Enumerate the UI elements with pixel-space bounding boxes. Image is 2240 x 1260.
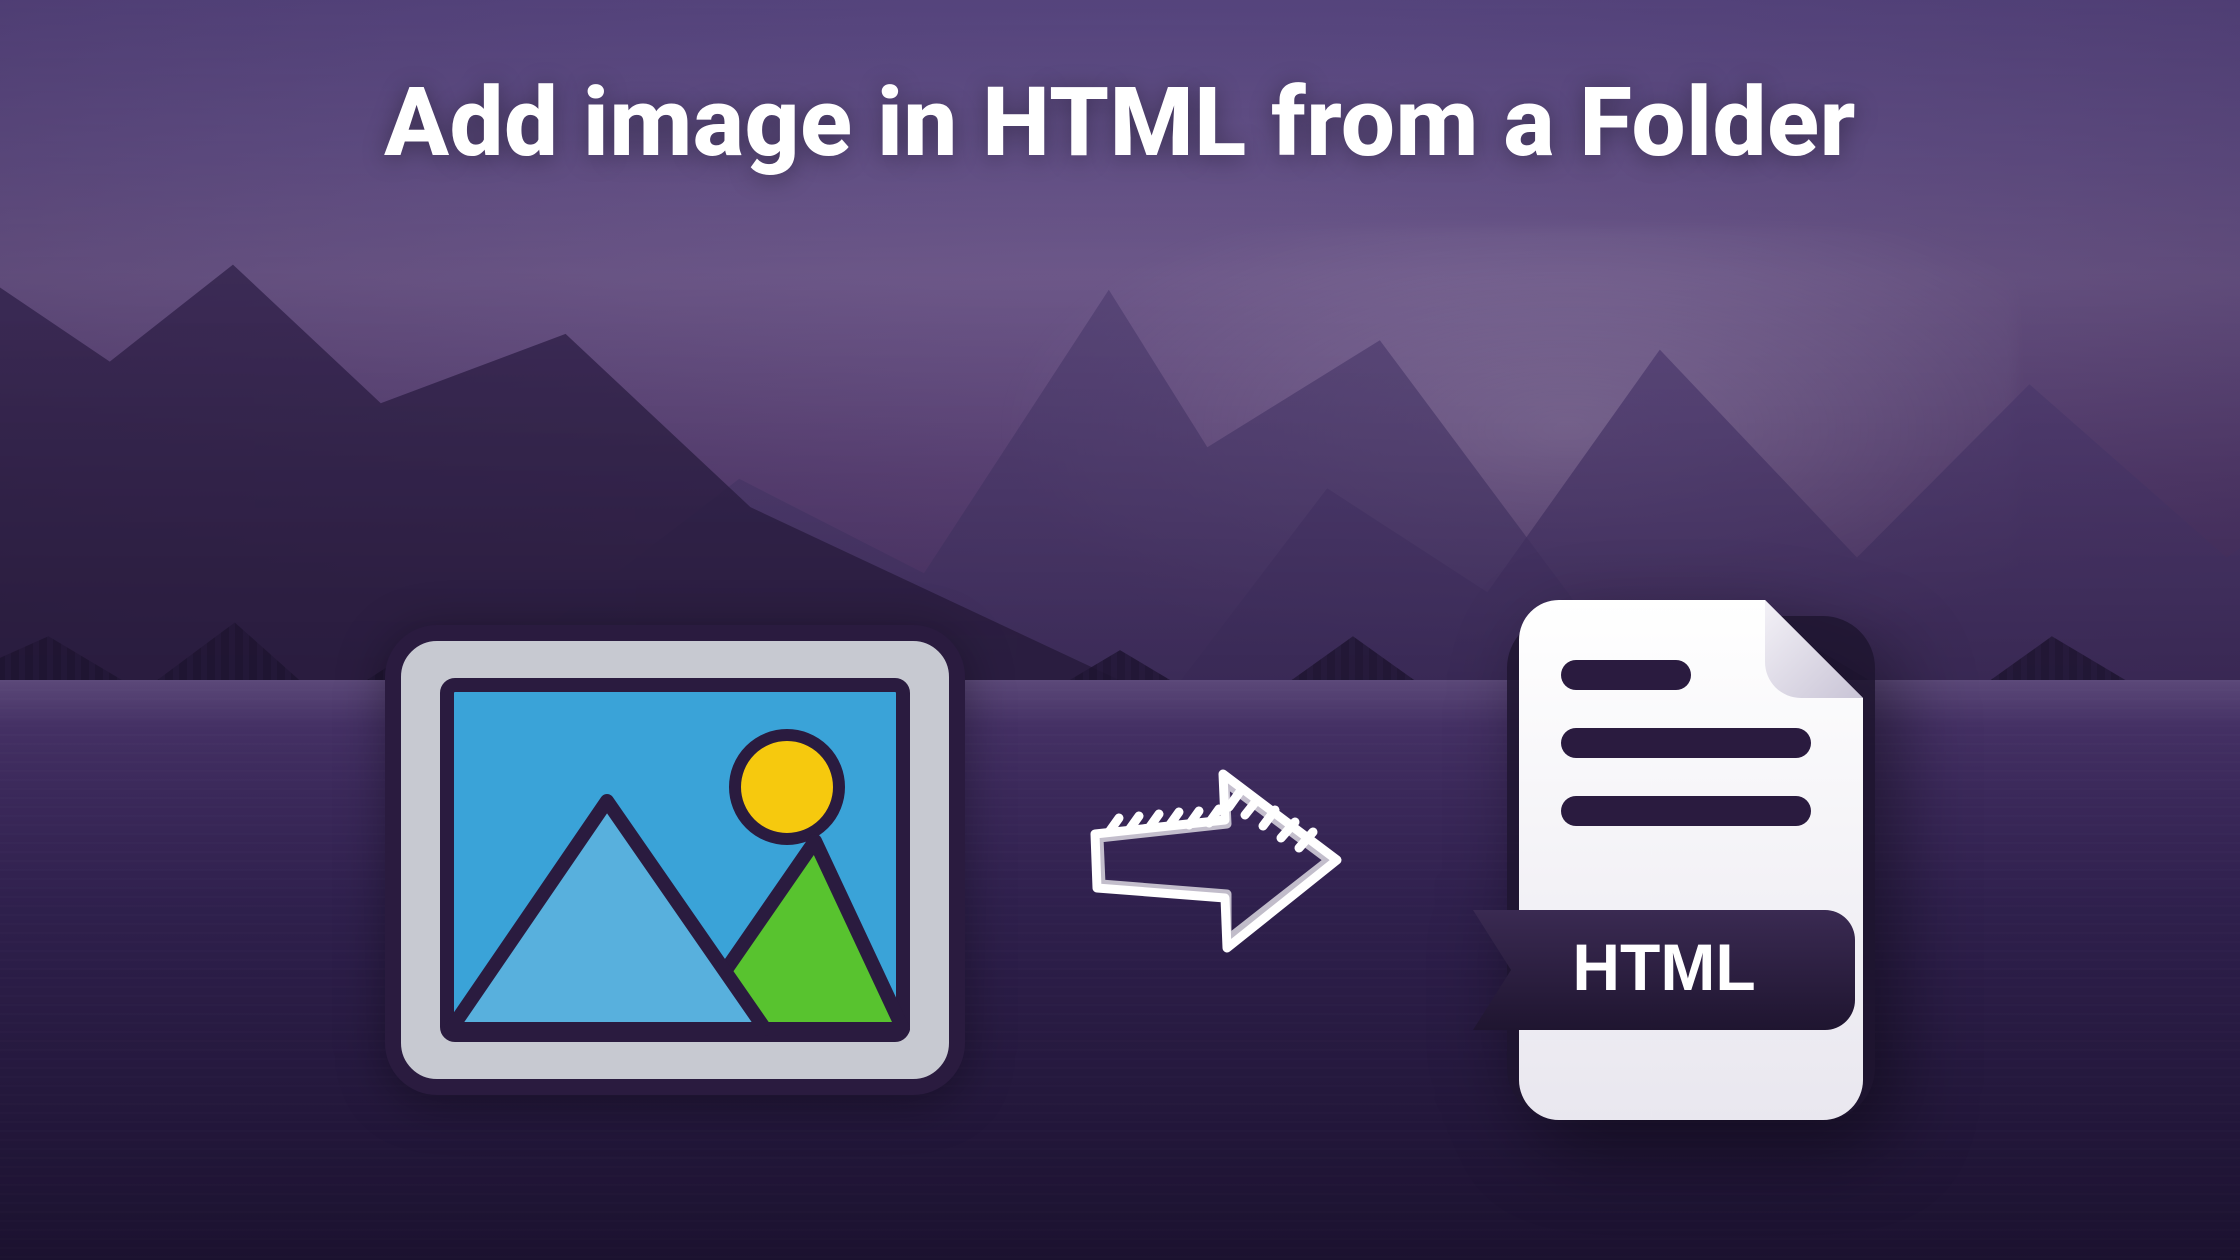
illustration-row: HTML xyxy=(0,560,2240,1160)
picture-frame-icon xyxy=(385,625,965,1095)
file-badge-label: HTML xyxy=(1572,930,1755,1004)
html-file-icon: HTML xyxy=(1465,580,1895,1140)
arrow-right-icon xyxy=(1075,760,1355,960)
page-title: Add image in HTML from a Folder xyxy=(168,70,2072,178)
